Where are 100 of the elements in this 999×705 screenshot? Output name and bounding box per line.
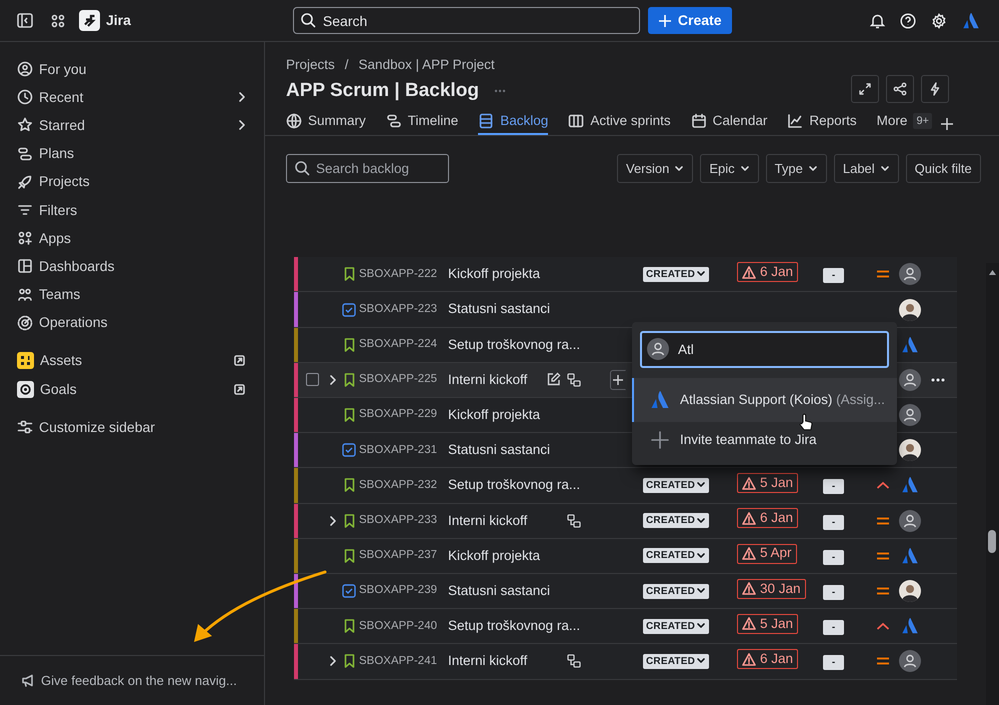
feedback-link[interactable]: Give feedback on the new navig... [21, 670, 237, 690]
tab[interactable]: More 9+ [876, 110, 932, 136]
breadcrumb-link[interactable]: Projects [286, 55, 335, 76]
sidebar-item[interactable]: Starred [12, 111, 252, 140]
issue-key[interactable]: SBOXAPP-240 [359, 618, 446, 635]
scrollbar-thumb[interactable] [988, 530, 996, 553]
issue-row[interactable]: SBOXAPP-239 Statusni sastanci CREATED 30 Jan - [294, 574, 957, 610]
issue-title[interactable]: Kickoff projekta [448, 546, 540, 566]
issue-title[interactable]: Setup troškovnog ra... [448, 616, 580, 636]
issue-title[interactable]: Statusni sastanci [448, 580, 550, 602]
issue-row[interactable]: SBOXAPP-233 Interni kickoff CREATED 6 Jan - [294, 504, 957, 539]
issue-key[interactable]: SBOXAPP-237 [359, 547, 446, 564]
issue-key[interactable]: SBOXAPP-239 [359, 582, 446, 600]
issue-row[interactable]: SBOXAPP-222 Kickoff projekta CREATED 6 Jan - [294, 257, 957, 292]
expand-button[interactable] [328, 374, 338, 386]
status-dropdown[interactable]: CREATED [643, 618, 709, 634]
issue-key[interactable]: SBOXAPP-229 [359, 406, 446, 424]
fullscreen-button[interactable] [851, 75, 879, 104]
child-issues-icon[interactable] [567, 654, 581, 668]
sidebar-item[interactable]: Recent [12, 83, 252, 112]
expand-button[interactable] [328, 514, 338, 527]
due-date-lozenge: 6 Jan [737, 649, 798, 670]
issue-title[interactable]: Kickoff projekta [448, 264, 540, 284]
edit-button[interactable] [546, 372, 560, 388]
status-dropdown[interactable]: CREATED [643, 654, 709, 669]
filter-dropdown[interactable]: Type [766, 154, 827, 184]
sidebar-item[interactable]: Operations [12, 308, 252, 337]
sidebar-item[interactable]: Assets [12, 346, 252, 376]
tab[interactable]: Reports [787, 110, 857, 136]
tab[interactable]: Calendar [690, 110, 768, 136]
issue-title[interactable]: Interni kickoff [448, 370, 540, 390]
issue-key[interactable]: SBOXAPP-222 [359, 266, 446, 283]
issue-title[interactable]: Setup troškovnog ra... [448, 475, 580, 496]
status-dropdown[interactable]: CREATED [643, 513, 709, 528]
issue-title[interactable]: Setup troškovnog ra... [448, 334, 580, 355]
issue-key[interactable]: SBOXAPP-225 [359, 371, 446, 389]
sidebar-item[interactable]: Plans [12, 140, 252, 168]
issue-key[interactable]: SBOXAPP-224 [359, 336, 446, 354]
issue-title[interactable]: Statusni sastanci [448, 440, 550, 460]
issue-key[interactable]: SBOXAPP-241 [359, 652, 446, 670]
create-button[interactable]: Create [648, 7, 732, 34]
plus-icon [613, 374, 623, 385]
status-dropdown[interactable]: CREATED [643, 266, 709, 282]
assignee-option[interactable]: Atlassian Support (Koios) (Assig... [632, 378, 897, 422]
issue-key[interactable]: SBOXAPP-223 [359, 300, 446, 318]
breadcrumb-link[interactable]: Sandbox | APP Project [358, 55, 495, 76]
tab[interactable]: Timeline [386, 110, 458, 136]
row-checkbox[interactable] [306, 373, 318, 386]
settings-button[interactable] [930, 12, 948, 30]
sidebar-item[interactable]: Customize sidebar [12, 413, 252, 442]
issue-title[interactable]: Interni kickoff [448, 510, 540, 531]
radar-icon [17, 314, 33, 331]
app-switcher-button[interactable] [49, 12, 67, 30]
status-dropdown[interactable]: CREATED [643, 478, 709, 493]
share-button[interactable] [886, 75, 914, 104]
filter-dropdown[interactable]: Version [617, 154, 694, 184]
sidebar-item[interactable]: Teams [12, 280, 252, 309]
tab[interactable]: Summary [286, 110, 366, 136]
issue-key[interactable]: SBOXAPP-233 [359, 512, 446, 530]
account-button[interactable] [961, 10, 981, 30]
sidebar-item[interactable]: Goals [12, 375, 252, 404]
issue-row[interactable]: SBOXAPP-241 Interni kickoff CREATED 6 Jan - [294, 644, 957, 680]
backlog-icon [478, 112, 494, 129]
plus-icon [658, 14, 672, 28]
automation-button[interactable] [921, 75, 949, 104]
issue-row[interactable]: SBOXAPP-240 Setup troškovnog ra... CREATED 5 Jan - [294, 609, 957, 644]
search-field[interactable]: Search [292, 7, 640, 34]
warning-icon [742, 547, 756, 560]
filter-dropdown[interactable]: Quick filte [906, 154, 981, 184]
issue-title[interactable]: Interni kickoff [448, 651, 540, 672]
issue-row[interactable]: SBOXAPP-232 Setup troškovnog ra... CREATED 5 Jan - [294, 468, 957, 504]
issue-title[interactable]: Statusni sastanci [448, 299, 550, 320]
status-dropdown[interactable]: CREATED [643, 548, 709, 564]
more-actions-button[interactable] [931, 378, 945, 382]
filter-dropdown[interactable]: Epic [700, 154, 759, 184]
issue-key[interactable]: SBOXAPP-231 [359, 442, 446, 459]
add-button[interactable] [610, 370, 626, 390]
tab[interactable]: Active sprints [568, 110, 671, 136]
status-dropdown[interactable]: CREATED [643, 584, 709, 599]
expand-button[interactable] [328, 655, 338, 668]
sidebar-item[interactable]: For you [12, 55, 252, 84]
backlog-search-field[interactable]: Search backlog [286, 154, 449, 184]
sidebar-item[interactable]: Dashboards [12, 252, 252, 280]
child-issues-icon[interactable] [567, 514, 581, 528]
issue-row[interactable]: SBOXAPP-237 Kickoff projekta CREATED 5 Apr - [294, 538, 957, 574]
sidebar-item[interactable]: Apps [12, 224, 252, 252]
issue-row[interactable]: SBOXAPP-223 Statusni sastanci [294, 292, 957, 328]
scroll-up-icon[interactable] [988, 269, 997, 276]
sidebar-item[interactable]: Projects [12, 168, 252, 196]
tab[interactable]: Backlog [478, 110, 548, 136]
sidebar-toggle-button[interactable] [16, 12, 34, 30]
issue-title[interactable]: Kickoff projekta [448, 404, 540, 426]
assignee-search-field[interactable]: Atl [640, 331, 889, 368]
sidebar-item[interactable]: Filters [12, 196, 252, 224]
help-button[interactable] [899, 12, 917, 30]
edit-icon [546, 372, 560, 388]
filter-dropdown[interactable]: Label [834, 154, 899, 184]
issue-key[interactable]: SBOXAPP-232 [359, 476, 446, 494]
chevron-down-icon [696, 552, 706, 560]
child-issues-icon[interactable] [567, 372, 581, 387]
